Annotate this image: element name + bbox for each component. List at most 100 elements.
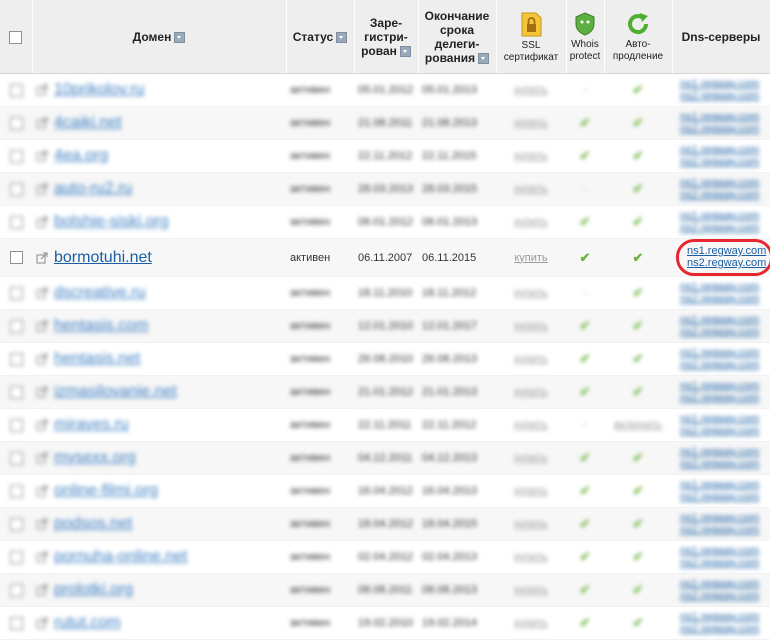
auto-renew-status[interactable]: ✔ [633, 384, 644, 399]
dns-server-1[interactable]: ns1.regway.com [680, 177, 770, 189]
external-link-icon[interactable] [36, 419, 48, 431]
external-link-icon[interactable] [36, 216, 48, 228]
whois-status[interactable]: ✔ [580, 549, 591, 564]
row-checkbox[interactable] [9, 286, 23, 300]
ssl-buy-link[interactable]: купить [514, 386, 547, 398]
dns-server-2[interactable]: ns2.regway.com [680, 425, 770, 437]
domain-link[interactable]: mysexx.org [54, 449, 136, 466]
whois-status[interactable]: - [583, 84, 587, 96]
dns-server-2[interactable]: ns2.regway.com [680, 222, 770, 234]
external-link-icon[interactable] [36, 150, 48, 162]
domain-link[interactable]: online-filmi.org [54, 482, 158, 499]
domain-link[interactable]: auto-ru2.ru [54, 180, 132, 197]
whois-status[interactable]: ✔ [580, 384, 591, 399]
dns-server-1[interactable]: ns1.regway.com [680, 144, 770, 156]
external-link-icon[interactable] [36, 320, 48, 332]
ssl-buy-link[interactable]: купить [514, 117, 547, 129]
dns-server-2[interactable]: ns2.regway.com [680, 123, 770, 135]
domain-link[interactable]: podsos.net [54, 515, 132, 532]
auto-renew-status[interactable]: ✔ [633, 82, 644, 97]
ssl-buy-link[interactable]: купить [514, 150, 547, 162]
dns-server-1[interactable]: ns1.regway.com [680, 611, 770, 623]
domain-link[interactable]: hentasis.net [54, 350, 140, 367]
dns-server-2[interactable]: ns2.regway.com [680, 326, 770, 338]
auto-renew-status[interactable]: ✔ [633, 318, 644, 333]
auto-renew-status[interactable]: ✔ [633, 115, 644, 130]
row-checkbox[interactable] [9, 319, 23, 333]
header-registered[interactable]: Заре- гистри- рован [354, 0, 419, 74]
whois-status[interactable]: - [583, 287, 587, 299]
dns-server-1[interactable]: ns1.regway.com [680, 479, 770, 491]
external-link-icon[interactable] [36, 584, 48, 596]
dns-server-1[interactable]: ns1.regway.com [680, 413, 770, 425]
dns-server-2[interactable]: ns2.regway.com [680, 590, 770, 602]
dns-server-1[interactable]: ns1.regway.com [680, 210, 770, 222]
dns-server-2[interactable]: ns2.regway.com [680, 623, 770, 635]
row-checkbox[interactable] [9, 517, 23, 531]
external-link-icon[interactable] [36, 518, 48, 530]
auto-renew-status[interactable]: ✔ [633, 148, 644, 163]
domain-link[interactable]: dscreative.ru [54, 284, 146, 301]
row-checkbox[interactable] [9, 418, 23, 432]
whois-status[interactable]: - [583, 183, 587, 195]
ssl-buy-link[interactable]: купить [514, 551, 547, 563]
domain-link[interactable]: miraves.ru [54, 416, 129, 433]
ssl-buy-link[interactable]: купить [514, 419, 547, 431]
ssl-buy-link[interactable]: купить [514, 452, 547, 464]
row-checkbox[interactable] [9, 116, 23, 130]
whois-status[interactable]: ✔ [580, 115, 591, 130]
external-link-icon[interactable] [36, 551, 48, 563]
external-link-icon[interactable] [36, 183, 48, 195]
sort-icon[interactable] [399, 45, 411, 57]
auto-renew-enable-link[interactable]: включить [614, 419, 662, 431]
domain-link[interactable]: prolotki.org [54, 581, 133, 598]
dns-server-2[interactable]: ns2.regway.com [680, 359, 770, 371]
sort-icon[interactable] [478, 52, 490, 64]
row-checkbox[interactable] [9, 616, 23, 630]
dns-server-2[interactable]: ns2.regway.com [680, 557, 770, 569]
ssl-buy-link[interactable]: купить [514, 320, 547, 332]
dns-server-1[interactable]: ns1.regway.com [680, 446, 770, 458]
dns-server-1[interactable]: ns1.regway.com [680, 111, 770, 123]
row-checkbox[interactable] [9, 215, 23, 229]
whois-status[interactable]: ✔ [580, 351, 591, 366]
ssl-buy-link[interactable]: купить [514, 485, 547, 497]
dns-server-2[interactable]: ns2.regway.com [680, 524, 770, 536]
domain-link[interactable]: bormotuhi.net [54, 249, 152, 266]
dns-server-1[interactable]: ns1.regway.com [680, 380, 770, 392]
whois-status[interactable]: ✔ [580, 148, 591, 163]
row-checkbox[interactable] [9, 251, 23, 264]
domain-link[interactable]: 10prikolov.ru [54, 81, 144, 98]
auto-renew-status[interactable]: ✔ [633, 582, 644, 597]
auto-renew-status[interactable]: ✔ [633, 285, 644, 300]
auto-renew-status[interactable]: ✔ [633, 250, 644, 265]
row-checkbox[interactable] [9, 352, 23, 366]
dns-server-1[interactable]: ns1.regway.com [680, 578, 770, 590]
row-checkbox[interactable] [9, 451, 23, 465]
sort-icon[interactable] [174, 31, 186, 43]
dns-server-2[interactable]: ns2.regway.com [680, 458, 770, 470]
ssl-buy-link[interactable]: купить [514, 252, 547, 264]
dns-server-2[interactable]: ns2.regway.com [680, 491, 770, 503]
whois-status[interactable]: ✔ [580, 483, 591, 498]
header-domain[interactable]: Домен [32, 0, 287, 74]
dns-server-1[interactable]: ns1.regway.com [687, 245, 766, 257]
domain-link[interactable]: 4caiki.net [54, 114, 122, 131]
row-checkbox[interactable] [9, 149, 23, 163]
domain-link[interactable]: bolshie-siski.org [54, 213, 169, 230]
dns-server-2[interactable]: ns2.regway.com [680, 156, 770, 168]
whois-status[interactable]: ✔ [580, 250, 591, 265]
dns-server-2[interactable]: ns2.regway.com [680, 189, 770, 201]
row-checkbox[interactable] [9, 550, 23, 564]
auto-renew-status[interactable]: ✔ [633, 214, 644, 229]
dns-server-2[interactable]: ns2.regway.com [680, 392, 770, 404]
row-checkbox[interactable] [9, 385, 23, 399]
external-link-icon[interactable] [36, 617, 48, 629]
dns-server-2[interactable]: ns2.regway.com [680, 90, 770, 102]
row-checkbox[interactable] [9, 484, 23, 498]
external-link-icon[interactable] [36, 485, 48, 497]
ssl-buy-link[interactable]: купить [514, 584, 547, 596]
auto-renew-status[interactable]: ✔ [633, 483, 644, 498]
row-checkbox[interactable] [9, 182, 23, 196]
ssl-buy-link[interactable]: купить [514, 84, 547, 96]
